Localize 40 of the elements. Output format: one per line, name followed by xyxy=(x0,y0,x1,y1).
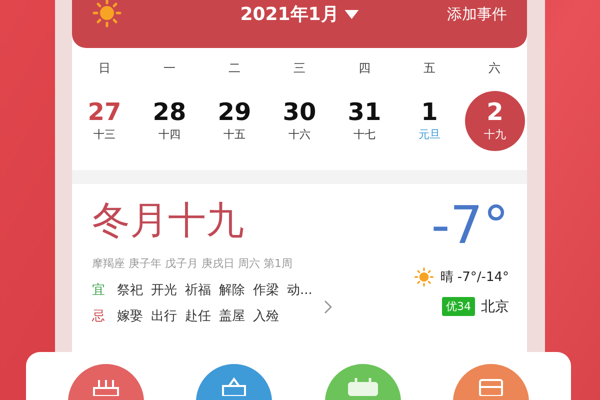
city-name: 北京 xyxy=(481,298,509,316)
activity-text: 盖屋 xyxy=(219,308,245,325)
air-quality-badge: 优34 xyxy=(442,297,475,316)
day-cell[interactable]: 28 十四 xyxy=(137,91,202,151)
activity-text: 祭祀 xyxy=(117,282,143,299)
weekday-label: 二 xyxy=(228,60,242,77)
day-cell[interactable]: 29 十五 xyxy=(202,91,267,151)
sun-icon xyxy=(414,267,434,288)
add-event-button[interactable]: 添加事件 xyxy=(447,4,507,24)
temperature: -7° xyxy=(431,198,509,256)
day-cell[interactable]: 30 十六 xyxy=(267,91,332,151)
inauspicious-label: 忌 xyxy=(92,308,105,325)
activity-text: 作梁 xyxy=(253,282,279,299)
activity-text: 出行 xyxy=(151,308,177,325)
activity-text: 嫁娶 xyxy=(117,308,143,325)
activity-text: 解除 xyxy=(219,282,245,299)
sun-icon[interactable] xyxy=(92,0,122,28)
weekday-label: 四 xyxy=(358,60,372,77)
month-selector[interactable]: 2021年1月 xyxy=(240,2,359,26)
weekday-label: 五 xyxy=(422,60,436,77)
weekday-label: 三 xyxy=(292,60,306,77)
activity-text: 动... xyxy=(287,282,312,299)
day-cell[interactable]: 31 十七 xyxy=(332,91,397,151)
activity-text: 入殓 xyxy=(253,308,279,325)
chevron-right-icon[interactable] xyxy=(324,300,332,314)
date-info: 摩羯座 庚子年 戊子月 庚戌日 周六 第1周 xyxy=(92,256,294,271)
weekday-label: 六 xyxy=(488,60,502,77)
lunar-date: 冬月十九 xyxy=(92,198,245,244)
day-cell[interactable]: 27 十三 xyxy=(72,91,137,151)
weekday-label: 一 xyxy=(162,60,176,77)
auspicious-label: 宜 xyxy=(92,282,105,299)
activity-text: 赴任 xyxy=(185,308,211,325)
weekday-label: 日 xyxy=(98,60,112,77)
day-cell[interactable]: 2 十九 xyxy=(465,91,525,151)
day-cell[interactable]: 1 元旦 xyxy=(397,91,462,151)
calendar-icon xyxy=(346,376,380,396)
activity-text: 祈福 xyxy=(185,282,211,299)
caret-icon xyxy=(344,10,359,18)
activity-text: 开光 xyxy=(151,282,177,299)
weather-condition: 晴 -7°/-14° xyxy=(440,269,509,286)
